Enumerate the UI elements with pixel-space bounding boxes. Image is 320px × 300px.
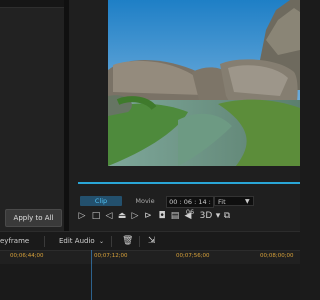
play-icon[interactable]: ▷ [76, 210, 88, 222]
ruler-tick-label: 00;07;12;00 [94, 253, 128, 259]
snapshot-icon[interactable]: ⏏ [116, 210, 128, 222]
movie-mode-button[interactable]: Movie [128, 196, 162, 206]
clip-mode-button[interactable]: Clip [80, 196, 122, 206]
playhead[interactable] [91, 250, 92, 300]
toolbar-divider [44, 236, 45, 247]
toolbar-divider [111, 236, 112, 247]
toolbar-divider [139, 236, 140, 247]
apply-to-all-button[interactable]: Apply to All [5, 209, 62, 227]
preview-progress-line [78, 182, 300, 184]
camera-icon[interactable]: ◘ [156, 210, 168, 222]
keyframe-button[interactable]: eyframe [0, 232, 29, 251]
video-scene [108, 0, 300, 166]
ruler-tick-label: 00;08;00;00 [260, 253, 294, 259]
stop-icon[interactable]: □ [90, 210, 102, 222]
subtitle-icon[interactable]: ▤ [169, 210, 181, 222]
ruler-tick-label: 00;06;44;00 [10, 253, 44, 259]
left-panel: Apply to All [0, 0, 64, 231]
timeline-toolbar: eyframe Edit Audio ⌄ 🗑 ⇲ [0, 231, 300, 251]
next-frame-icon[interactable]: ▷ [129, 210, 141, 222]
chevron-down-icon[interactable]: ⌄ [99, 232, 104, 251]
trash-icon[interactable]: 🗑 [122, 232, 133, 251]
export-icon[interactable]: ⇲ [148, 232, 156, 251]
edit-audio-button[interactable]: Edit Audio [59, 232, 95, 251]
ruler-tick-label: 00;07;56;00 [176, 253, 210, 259]
volume-icon[interactable]: ◀ [182, 210, 194, 222]
timeline-tracks[interactable] [0, 264, 300, 300]
video-frame [108, 0, 300, 166]
timecode-display[interactable]: 00 : 06 : 14 : 06 [166, 196, 214, 216]
undock-preview-icon[interactable]: ⧉ [221, 210, 233, 222]
fast-forward-icon[interactable]: ⊳ [142, 210, 154, 222]
chevron-down-icon: ▼ [245, 198, 250, 205]
previous-frame-icon[interactable]: ◁ [103, 210, 115, 222]
timeline-ruler[interactable]: 00;06;44;00 00;07;12;00 00;07;56;00 00;0… [0, 250, 300, 265]
left-panel-topbar [0, 0, 64, 8]
